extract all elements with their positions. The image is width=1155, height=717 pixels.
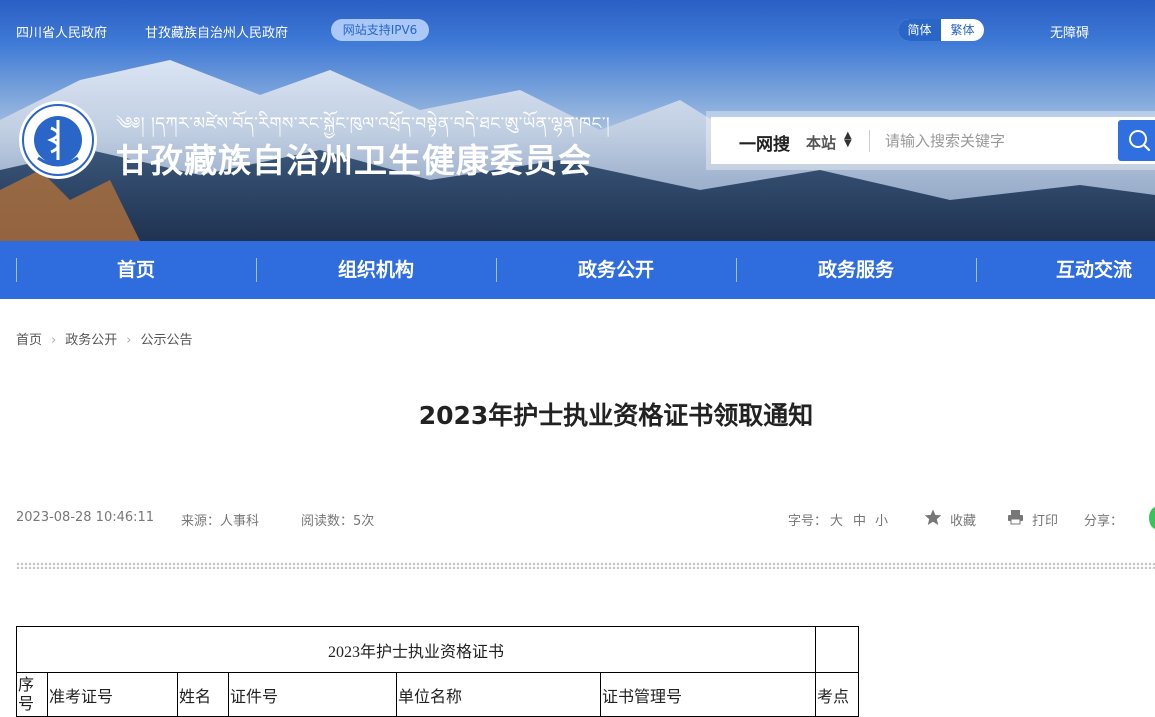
breadcrumb-announcements[interactable]: 公示公告 bbox=[140, 333, 192, 348]
header-exam-site: 考点 bbox=[815, 672, 859, 717]
search-brand: 一网搜 bbox=[739, 135, 790, 155]
font-size-label: 字号： bbox=[788, 514, 828, 529]
search-input[interactable] bbox=[883, 127, 1107, 155]
header-unit-name: 单位名称 bbox=[396, 672, 601, 717]
search-button[interactable] bbox=[1118, 120, 1155, 161]
chevron-right-icon: › bbox=[126, 333, 132, 348]
table-caption: 2023年护士执业资格证书 bbox=[16, 626, 816, 673]
header-exam-id: 准考证号 bbox=[47, 672, 178, 717]
publish-date: 2023-08-28 10:46:11 bbox=[16, 510, 155, 525]
accessibility-link[interactable]: 无障碍 bbox=[1050, 22, 1089, 41]
search-scope-select[interactable]: 本站 bbox=[806, 132, 836, 153]
chevron-right-icon: › bbox=[51, 333, 57, 348]
language-switch: 简体 繁体 bbox=[898, 19, 984, 41]
search-icon bbox=[1129, 130, 1151, 152]
article-title: 2023年护士执业资格证书领取通知 bbox=[418, 401, 814, 430]
share-label: 分享： bbox=[1084, 514, 1124, 529]
header-certificate-number: 证书管理号 bbox=[600, 672, 816, 717]
font-size-medium[interactable]: 中 bbox=[853, 510, 866, 529]
breadcrumb-home[interactable]: 首页 bbox=[16, 333, 42, 348]
site-title[interactable]: 甘孜藏族自治州卫生健康委员会 bbox=[116, 134, 592, 182]
nav-government-affairs[interactable]: 政务公开 bbox=[496, 241, 736, 299]
ipv6-badge: 网站支持IPV6 bbox=[331, 19, 429, 41]
nav-organization[interactable]: 组织机构 bbox=[256, 241, 496, 299]
dotted-divider bbox=[16, 562, 1155, 569]
nav-government-services[interactable]: 政务服务 bbox=[736, 241, 976, 299]
breadcrumb-government-affairs[interactable]: 政务公开 bbox=[65, 333, 117, 348]
ganzi-gov-link[interactable]: 甘孜藏族自治州人民政府 bbox=[145, 22, 288, 41]
wechat-share-icon[interactable] bbox=[1149, 507, 1155, 529]
article-source: 来源：人事科 bbox=[181, 514, 260, 529]
traditional-chinese-button[interactable]: 繁体 bbox=[941, 19, 984, 41]
font-size-large[interactable]: 大 bbox=[830, 510, 843, 529]
certificate-table: 2023年护士执业资格证书 序号 准考证号 姓名 证件号 单位名称 证书管理号 … bbox=[16, 626, 859, 717]
header-name: 姓名 bbox=[177, 672, 229, 717]
star-icon[interactable] bbox=[924, 509, 942, 526]
print-button[interactable]: 打印 bbox=[1032, 510, 1058, 529]
simplified-chinese-button[interactable]: 简体 bbox=[898, 19, 941, 41]
print-icon[interactable] bbox=[1007, 509, 1024, 525]
main-nav: 首页 组织机构 政务公开 政务服务 互动交流 bbox=[0, 241, 1155, 299]
sichuan-gov-link[interactable]: 四川省人民政府 bbox=[16, 22, 107, 41]
updown-caret-icon[interactable]: ▲ ▼ bbox=[844, 131, 852, 149]
health-commission-logo[interactable] bbox=[18, 100, 98, 180]
header-id-number: 证件号 bbox=[228, 672, 397, 717]
read-count: 阅读数：5次 bbox=[301, 514, 375, 529]
search-box: 一网搜 本站 ▲ ▼ bbox=[706, 111, 1155, 170]
breadcrumb: 首页 › 政务公开 › 公示公告 bbox=[16, 329, 192, 348]
header-index: 序号 bbox=[16, 672, 48, 717]
favorite-button[interactable]: 收藏 bbox=[950, 510, 976, 529]
font-size-small[interactable]: 小 bbox=[875, 510, 888, 529]
site-header: 四川省人民政府 甘孜藏族自治州人民政府 网站支持IPV6 简体 繁体 无障碍 ༄༅… bbox=[0, 0, 1155, 241]
nav-interaction[interactable]: 互动交流 bbox=[976, 241, 1155, 299]
nav-home[interactable]: 首页 bbox=[16, 241, 256, 299]
top-bar: 四川省人民政府 甘孜藏族自治州人民政府 网站支持IPV6 简体 繁体 无障碍 bbox=[0, 0, 1155, 60]
